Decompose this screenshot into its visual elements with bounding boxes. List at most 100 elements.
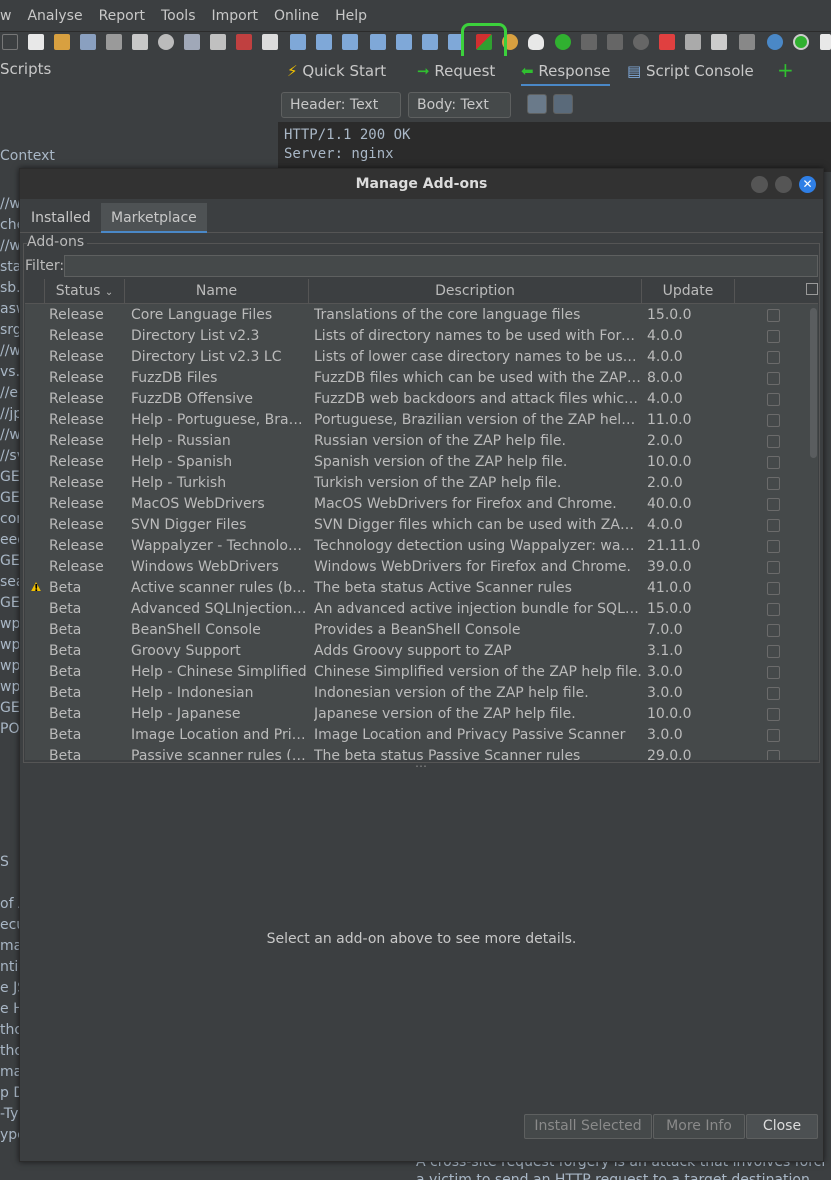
mode-dropdown-icon[interactable] [2, 34, 18, 50]
tab-marketplace[interactable]: Marketplace [101, 203, 207, 233]
select-checkbox[interactable] [767, 645, 780, 658]
col-update-header[interactable]: Update [642, 279, 735, 304]
vertical-scrollbar[interactable] [810, 306, 817, 760]
table-row[interactable]: Release Help - Turkish Turkish version of … [25, 473, 805, 494]
select-checkbox[interactable] [767, 435, 780, 448]
snapshot-icon[interactable] [106, 34, 122, 50]
table-row[interactable]: Release Directory List v2.3 LC Lists of lo… [25, 347, 805, 368]
header-view-combo[interactable]: Header: Text [281, 92, 401, 118]
continue-icon[interactable] [607, 34, 623, 50]
drop-icon[interactable] [633, 34, 649, 50]
install-selected-button[interactable]: Install Selected [524, 1114, 652, 1139]
table-row[interactable]: Release MacOS WebDrivers MacOS WebDrivers … [25, 494, 805, 515]
table-row[interactable]: ! Beta Active scanner rules (beta) The beta… [25, 578, 805, 599]
table-row[interactable]: Release FuzzDB Offensive FuzzDB web backdo… [25, 389, 805, 410]
site-tree-item[interactable]: vs. [0, 364, 20, 380]
table-row[interactable]: Beta Help - Indonesian Indonesian version … [25, 683, 805, 704]
check-updates-icon[interactable] [793, 34, 809, 50]
session-properties-icon[interactable] [132, 34, 148, 50]
site-tree-item[interactable]: //w [0, 196, 21, 212]
menu-import[interactable]: Import [204, 0, 266, 32]
select-checkbox[interactable] [767, 372, 780, 385]
table-row[interactable]: Release Wappalyzer - Technology... Technol… [25, 536, 805, 557]
select-checkbox[interactable] [767, 666, 780, 679]
alert-tree-item[interactable]: -Ty [0, 1106, 18, 1122]
tab-installed[interactable]: Installed [21, 203, 101, 233]
new-session-icon[interactable] [28, 34, 44, 50]
select-checkbox[interactable] [767, 309, 780, 322]
body-view-combo[interactable]: Body: Text [408, 92, 511, 118]
table-row[interactable]: Beta Passive scanner rules (be... The beta… [25, 746, 805, 760]
tab-request[interactable]: ➞ Request [417, 62, 495, 80]
site-tree-item[interactable]: //w [0, 343, 21, 359]
table-row[interactable]: Beta BeanShell Console Provides a BeanShel… [25, 620, 805, 641]
site-tree-item[interactable]: //w [0, 238, 21, 254]
forced-user-icon[interactable] [685, 34, 701, 50]
select-checkbox[interactable] [767, 750, 780, 760]
table-row[interactable]: Beta Advanced SQLInjection S... An advance… [25, 599, 805, 620]
menu-online[interactable]: Online [266, 0, 327, 32]
select-checkbox[interactable] [767, 624, 780, 637]
table-row[interactable]: Release Core Language Files Translations o… [25, 305, 805, 326]
remove-breakpoints-icon[interactable] [659, 34, 675, 50]
context-label[interactable]: Context [0, 148, 55, 164]
table-row[interactable]: Release Help - Spanish Spanish version of … [25, 452, 805, 473]
select-checkbox[interactable] [767, 477, 780, 490]
select-checkbox[interactable] [767, 414, 780, 427]
show-tab-names-icon[interactable] [262, 34, 278, 50]
select-checkbox[interactable] [767, 687, 780, 700]
col-name-header[interactable]: Name [125, 279, 309, 304]
select-checkbox[interactable] [767, 561, 780, 574]
select-checkbox[interactable] [767, 330, 780, 343]
tab-script-console[interactable]: ▤ Script Console [627, 62, 754, 80]
menu-tools[interactable]: Tools [153, 0, 204, 32]
response-text-area[interactable]: HTTP/1.1 200 OK Server: nginx [278, 122, 831, 172]
help-circle-icon[interactable] [767, 34, 783, 50]
select-checkbox[interactable] [767, 498, 780, 511]
table-row[interactable]: Beta Help - Japanese Japanese version of t… [25, 704, 805, 725]
table-row[interactable]: Release SVN Digger Files SVN Digger files … [25, 515, 805, 536]
select-checkbox[interactable] [767, 603, 780, 616]
lightbulb-icon[interactable] [528, 34, 544, 50]
table-row[interactable]: Release Windows WebDrivers Windows WebDriv… [25, 557, 805, 578]
encode-decode-icon[interactable] [739, 34, 755, 50]
select-checkbox[interactable] [767, 540, 780, 553]
select-checkbox[interactable] [767, 729, 780, 742]
select-checkbox[interactable] [767, 456, 780, 469]
panel-layout-1-icon[interactable] [290, 34, 306, 50]
add-tab-plus-icon[interactable]: + [777, 58, 794, 82]
scrollbar-thumb[interactable] [810, 308, 817, 458]
site-tree-item[interactable]: //e [0, 385, 18, 401]
select-checkbox[interactable] [767, 519, 780, 532]
layout-full-icon[interactable] [236, 34, 252, 50]
tab-response[interactable]: ⬅ Response [521, 62, 611, 86]
panel-layout-4-icon[interactable] [370, 34, 386, 50]
col-description-header[interactable]: Description [309, 279, 642, 304]
break-all-icon[interactable] [555, 34, 571, 50]
table-row[interactable]: Beta Image Location and Priva... Image Loc… [25, 725, 805, 746]
split-vertical-icon[interactable] [553, 94, 573, 114]
more-info-button[interactable]: More Info [653, 1114, 745, 1139]
layout-icon[interactable] [184, 34, 200, 50]
menu-view[interactable]: w [0, 0, 19, 32]
panel-layout-3-icon[interactable] [342, 34, 358, 50]
site-tree-item[interactable]: //w [0, 427, 21, 443]
close-window-button[interactable]: ✕ [799, 176, 816, 193]
table-row[interactable]: Beta Help - Chinese Simplified Chinese Sim… [25, 662, 805, 683]
menu-help[interactable]: Help [327, 0, 375, 32]
close-button[interactable]: Close [746, 1114, 818, 1139]
filter-input[interactable] [64, 255, 818, 277]
select-checkbox[interactable] [767, 708, 780, 721]
panel-layout-5-icon[interactable] [396, 34, 412, 50]
tab-quick-start[interactable]: ⚡ Quick Start [287, 62, 386, 80]
table-row[interactable]: Beta Groovy Support Adds Groovy support to… [25, 641, 805, 662]
select-checkbox[interactable] [767, 351, 780, 364]
menu-analyse[interactable]: Analyse [19, 0, 90, 32]
select-checkbox[interactable] [767, 393, 780, 406]
col-warn-header[interactable] [25, 279, 45, 304]
column-control-icon[interactable] [806, 283, 818, 295]
minimize-window-button[interactable] [751, 176, 768, 193]
save-session-icon[interactable] [80, 34, 96, 50]
open-session-icon[interactable] [54, 34, 70, 50]
overflow-icon[interactable] [820, 34, 831, 50]
